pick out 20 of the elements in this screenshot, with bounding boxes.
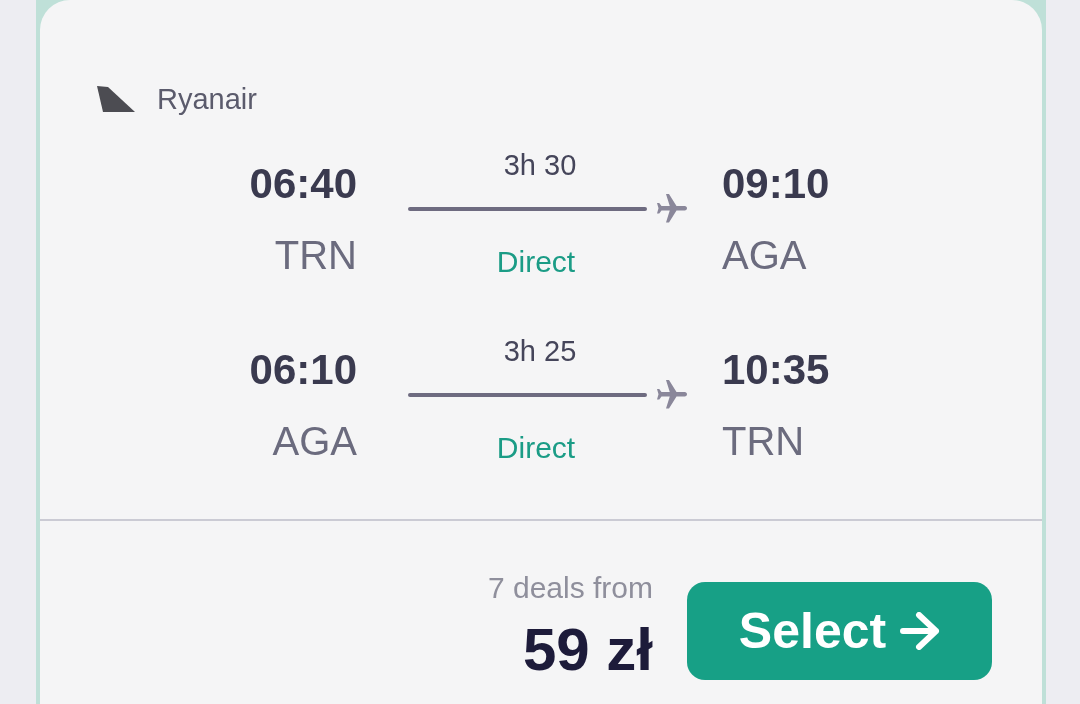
departure-time: 06:40 (248, 162, 357, 206)
plane-icon (657, 194, 687, 224)
price: 59 zł (521, 618, 653, 682)
airline-name: Ryanair (157, 82, 257, 116)
departure-airport: AGA (271, 419, 357, 463)
arrival-airport: TRN (722, 419, 806, 463)
arrow-right-icon (900, 612, 941, 650)
arrival-time: 09:10 (722, 162, 830, 206)
stops-label: Direct (495, 245, 577, 279)
plane-icon (657, 380, 687, 410)
select-button[interactable]: Select (687, 582, 992, 680)
stops-label: Direct (495, 431, 577, 465)
flight-duration: 3h 25 (502, 335, 578, 367)
tail-fin-icon (97, 86, 135, 112)
arrival-airport: AGA (722, 233, 808, 277)
flight-duration: 3h 30 (502, 149, 578, 181)
departure-time: 06:10 (248, 348, 357, 392)
arrival-time: 10:35 (722, 348, 830, 392)
deals-count: 7 deals from (487, 570, 653, 606)
departure-airport: TRN (273, 233, 357, 277)
